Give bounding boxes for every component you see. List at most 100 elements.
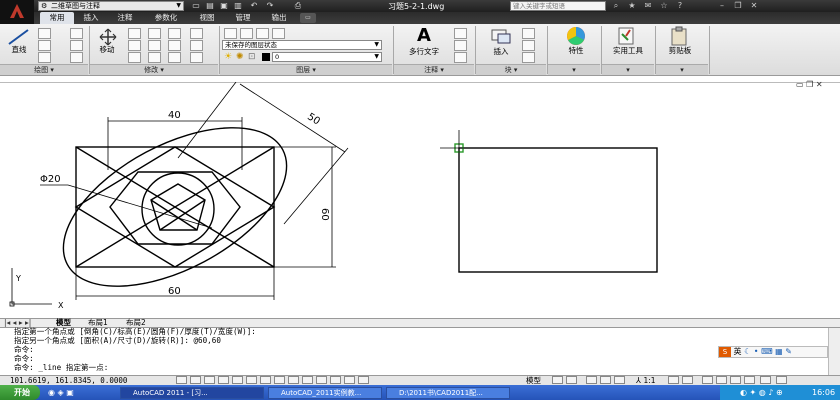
tab-insert[interactable]: 插入 bbox=[76, 12, 106, 24]
taskbar-clock[interactable]: 16:06 bbox=[812, 385, 835, 400]
help-icon[interactable]: ? bbox=[674, 1, 686, 11]
communication-icon[interactable]: ✉ bbox=[642, 1, 654, 11]
rotate-icon[interactable] bbox=[128, 28, 141, 39]
explode-icon[interactable] bbox=[190, 28, 203, 39]
layer-state-dropdown[interactable]: 未保存的图层状态 ▼ bbox=[222, 40, 382, 50]
modify-panel-label[interactable]: 修改 ▾ bbox=[90, 64, 218, 75]
auto-scale-icon[interactable] bbox=[682, 376, 693, 384]
infer-constraints-toggle[interactable] bbox=[176, 376, 187, 384]
command-window[interactable]: 指定第一个角点或 [倒角(C)/标高(E)/圆角(F)/厚度(T)/宽度(W)]… bbox=[0, 328, 840, 375]
create-block-icon[interactable] bbox=[522, 28, 535, 39]
rectangle-icon[interactable] bbox=[70, 28, 83, 39]
clipboard-button[interactable]: 剪贴板 bbox=[656, 45, 704, 56]
annotation-visibility-icon[interactable] bbox=[668, 376, 679, 384]
lineweight-toggle[interactable] bbox=[316, 376, 327, 384]
tab-annotate[interactable]: 注释 bbox=[110, 12, 140, 24]
multiline-text-icon[interactable]: A bbox=[412, 26, 436, 46]
tab-parametric[interactable]: 参数化 bbox=[146, 12, 186, 24]
layer-freeze-icon[interactable] bbox=[240, 28, 253, 39]
line-button[interactable]: 直线 bbox=[2, 44, 36, 55]
hatch-icon[interactable] bbox=[70, 40, 83, 51]
taskbar-item-folder[interactable]: D:\2011书\CAD2011配... bbox=[386, 387, 510, 399]
restore-icon[interactable]: ❐ bbox=[732, 1, 744, 11]
circle-icon[interactable] bbox=[38, 40, 51, 51]
block-panel-label[interactable]: 块 ▾ bbox=[476, 64, 546, 75]
pan-icon[interactable] bbox=[586, 376, 597, 384]
scale-icon[interactable] bbox=[148, 52, 161, 63]
save-as-icon[interactable]: ▥ bbox=[232, 1, 244, 11]
tab-view[interactable]: 视图 bbox=[192, 12, 222, 24]
edit-block-icon[interactable] bbox=[522, 40, 535, 51]
sun-icon[interactable]: ✺ bbox=[236, 52, 246, 62]
polyline-icon[interactable] bbox=[38, 28, 51, 39]
coordinate-readout[interactable]: 101.6619, 161.8345, 0.0000 bbox=[10, 376, 127, 385]
offset-icon[interactable] bbox=[190, 40, 203, 51]
3d-object-snap-toggle[interactable] bbox=[260, 376, 271, 384]
grid-display-toggle[interactable] bbox=[204, 376, 215, 384]
isolate-objects-icon[interactable] bbox=[744, 376, 755, 384]
clean-screen-icon[interactable] bbox=[776, 376, 787, 384]
tab-home[interactable]: 常用 bbox=[40, 12, 74, 24]
copy-icon[interactable] bbox=[128, 40, 141, 51]
favorites-icon[interactable]: ☆ bbox=[658, 1, 670, 11]
dynamic-input-toggle[interactable] bbox=[302, 376, 313, 384]
tray-icons[interactable]: ◐ ✦ ◍ ♪ ⊕ bbox=[740, 388, 783, 397]
current-layer-dropdown[interactable]: 0 ▼ bbox=[272, 52, 382, 62]
undo-icon[interactable]: ↶ bbox=[248, 1, 260, 11]
properties-icon[interactable] bbox=[564, 26, 588, 46]
quick-view-layouts-icon[interactable] bbox=[552, 376, 563, 384]
open-file-icon[interactable]: ▤ bbox=[204, 1, 216, 11]
unlock-icon[interactable]: ⊡ bbox=[248, 52, 258, 62]
trim-icon[interactable] bbox=[148, 28, 161, 39]
application-menu-button[interactable] bbox=[0, 0, 34, 24]
quick-launch-icons[interactable]: ◉ ◈ ▣ bbox=[48, 388, 74, 397]
plot-icon[interactable]: ⎙ bbox=[292, 1, 304, 11]
ribbon-toggle-button[interactable]: ▭ bbox=[300, 13, 316, 23]
quick-view-drawings-icon[interactable] bbox=[566, 376, 577, 384]
arc-icon[interactable] bbox=[38, 52, 51, 63]
workspace-dropdown[interactable]: ⚙ 二维草图与注释 ▼ bbox=[38, 1, 184, 11]
layer-lock-icon[interactable] bbox=[272, 28, 285, 39]
insert-block-icon[interactable] bbox=[490, 27, 512, 45]
lock-toolbar-icon[interactable] bbox=[716, 376, 727, 384]
steering-wheel-icon[interactable] bbox=[614, 376, 625, 384]
subscription-icon[interactable]: ★ bbox=[626, 1, 638, 11]
search-icon[interactable]: ⌕ bbox=[610, 1, 622, 11]
properties-panel-label[interactable]: ▾ bbox=[548, 64, 600, 75]
search-input[interactable]: 键入关键字或短语 bbox=[510, 1, 606, 11]
lightbulb-icon[interactable]: ☀ bbox=[224, 52, 234, 62]
model-space-button[interactable]: 模型 bbox=[526, 376, 541, 385]
tab-manage[interactable]: 管理 bbox=[228, 12, 258, 24]
clipboard-icon[interactable] bbox=[668, 26, 690, 46]
table-icon[interactable] bbox=[454, 52, 467, 63]
ime-language[interactable]: 英 bbox=[734, 347, 742, 356]
hardware-acceleration-icon[interactable] bbox=[730, 376, 741, 384]
block-attribute-icon[interactable] bbox=[522, 52, 535, 63]
draw-panel-label[interactable]: 绘图 ▾ bbox=[0, 64, 88, 75]
dimension-icon[interactable] bbox=[454, 28, 467, 39]
fillet-icon[interactable] bbox=[168, 40, 181, 51]
selection-cycling-toggle[interactable] bbox=[358, 376, 369, 384]
layer-properties-icon[interactable] bbox=[224, 28, 237, 39]
close-icon[interactable]: ✕ bbox=[748, 1, 760, 11]
ime-toolbar[interactable]: S 英 ☾ • ⌨ ▦ ✎ bbox=[718, 346, 828, 358]
object-snap-tracking-toggle[interactable] bbox=[274, 376, 285, 384]
status-bar-menu-icon[interactable] bbox=[760, 376, 771, 384]
utilities-icon[interactable] bbox=[616, 26, 638, 46]
multiline-text-button[interactable]: 多行文字 bbox=[398, 46, 450, 57]
array-icon[interactable] bbox=[168, 52, 181, 63]
zoom-icon[interactable] bbox=[600, 376, 611, 384]
ortho-mode-toggle[interactable] bbox=[218, 376, 229, 384]
quick-properties-toggle[interactable] bbox=[344, 376, 355, 384]
taskbar-item-autocad[interactable]: AutoCAD 2011 - [习... bbox=[120, 387, 264, 399]
annotation-scale[interactable]: ⅄ 1:1 bbox=[636, 376, 656, 385]
move-button[interactable]: 移动 bbox=[92, 44, 122, 55]
erase-icon[interactable] bbox=[168, 28, 181, 39]
transparency-toggle[interactable] bbox=[330, 376, 341, 384]
utilities-button[interactable]: 实用工具 bbox=[604, 45, 652, 56]
taskbar-item-document[interactable]: AutoCAD_2011实例教... bbox=[268, 387, 382, 399]
workspace-switching-icon[interactable] bbox=[702, 376, 713, 384]
annotation-panel-label[interactable]: 注释 ▾ bbox=[394, 64, 474, 75]
start-button[interactable]: 开始 bbox=[0, 385, 40, 400]
object-snap-toggle[interactable] bbox=[246, 376, 257, 384]
